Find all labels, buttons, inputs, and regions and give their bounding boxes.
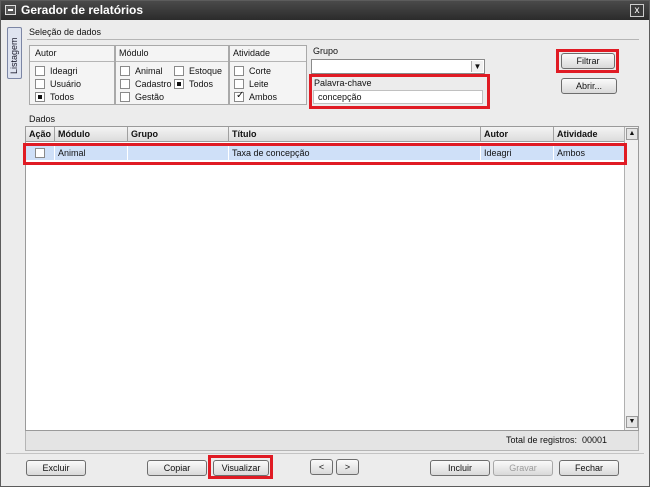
autor-usuario-label: Usuário [50, 79, 82, 89]
autor-ideagri-label: Ideagri [50, 66, 78, 76]
save-button[interactable]: Gravar [493, 460, 553, 476]
reports-table: Ação Módulo Grupo Título Autor Atividade… [25, 126, 639, 431]
next-button[interactable]: > [336, 459, 359, 475]
selection-divider [27, 39, 639, 40]
atividade-divider [230, 61, 306, 62]
modulo-estoque-checkbox[interactable] [174, 66, 184, 76]
modulo-todos-label: Todos [189, 79, 214, 89]
modulo-animal-checkbox[interactable] [120, 66, 130, 76]
row-autor: Ideagri [481, 146, 554, 160]
filter-button[interactable]: Filtrar [561, 53, 615, 69]
autor-ideagri-checkbox[interactable] [35, 66, 45, 76]
atividade-leite-checkbox[interactable] [234, 79, 244, 89]
copy-button[interactable]: Copiar [147, 460, 207, 476]
atividade-corte-checkbox[interactable] [234, 66, 244, 76]
modulo-estoque-label: Estoque [189, 66, 223, 76]
modulo-title: Módulo [119, 48, 149, 58]
autor-todos-label: Todos [50, 92, 75, 102]
chevron-down-icon[interactable]: ▼ [471, 61, 483, 72]
preview-button[interactable]: Visualizar [213, 460, 269, 476]
col-modulo[interactable]: Módulo [55, 127, 128, 142]
autor-usuario-checkbox[interactable] [35, 79, 45, 89]
table-row[interactable]: Animal Taxa de concepção Ideagri Ambos [26, 146, 624, 160]
scroll-up-icon[interactable]: ▲ [626, 128, 638, 140]
include-button[interactable]: Incluir [430, 460, 490, 476]
grupo-select[interactable]: ▼ [311, 59, 485, 74]
col-acao[interactable]: Ação [26, 127, 55, 142]
autor-divider [30, 61, 114, 62]
selection-section-title: Seleção de dados [29, 27, 102, 37]
table-header: Ação Módulo Grupo Título Autor Atividade [26, 127, 624, 142]
window-menu-icon[interactable] [5, 5, 16, 15]
atividade-corte-label: Corte [249, 66, 272, 76]
atividade-title: Atividade [233, 48, 271, 58]
autor-todos-checkbox[interactable] [35, 92, 45, 102]
modulo-gestao-label: Gestão [135, 92, 165, 102]
status-bar: Total de registros: 00001 [25, 431, 639, 451]
close-button[interactable]: x [630, 4, 644, 17]
col-atividade[interactable]: Atividade [554, 127, 624, 142]
row-atividade: Ambos [557, 148, 586, 158]
scroll-down-icon[interactable]: ▼ [626, 416, 638, 428]
autor-title: Autor [35, 48, 57, 58]
tab-listagem[interactable]: Listagem [7, 27, 22, 79]
data-section-title: Dados [29, 114, 56, 124]
atividade-ambos-checkbox[interactable] [234, 90, 244, 102]
tab-listagem-label: Listagem [9, 37, 19, 74]
row-action-cell[interactable] [26, 146, 55, 160]
atividade-ambos-label: Ambos [249, 92, 278, 102]
close-form-button[interactable]: Fechar [559, 460, 619, 476]
window-title: Gerador de relatórios [21, 3, 144, 17]
total-records-label: Total de registros: [506, 435, 578, 445]
col-titulo[interactable]: Título [229, 127, 481, 142]
col-autor[interactable]: Autor [481, 127, 554, 142]
modulo-animal-label: Animal [135, 66, 163, 76]
grupo-label: Grupo [313, 46, 339, 56]
report-generator-window: Gerador de relatórios x Listagem Seleção… [0, 0, 650, 487]
total-records-value: 00001 [582, 435, 608, 445]
modulo-gestao-checkbox[interactable] [120, 92, 130, 102]
table-scrollbar[interactable]: ▲ ▼ [624, 127, 638, 430]
title-bar: Gerador de relatórios x [1, 1, 649, 20]
previous-button[interactable]: < [310, 459, 333, 475]
row-titulo: Taxa de concepção [229, 146, 481, 160]
row-grupo [128, 146, 229, 160]
modulo-cadastro-checkbox[interactable] [120, 79, 130, 89]
row-modulo: Animal [55, 146, 128, 160]
atividade-leite-label: Leite [249, 79, 269, 89]
modulo-cadastro-label: Cadastro [135, 79, 172, 89]
keyword-label: Palavra-chave [314, 78, 372, 88]
open-button[interactable]: Abrir... [561, 78, 617, 94]
modulo-todos-checkbox[interactable] [174, 79, 184, 89]
keyword-input[interactable]: concepção [313, 90, 483, 104]
modulo-divider [116, 61, 228, 62]
delete-button[interactable]: Excluir [26, 460, 86, 476]
row-select-checkbox[interactable] [35, 148, 45, 158]
col-grupo[interactable]: Grupo [128, 127, 229, 142]
